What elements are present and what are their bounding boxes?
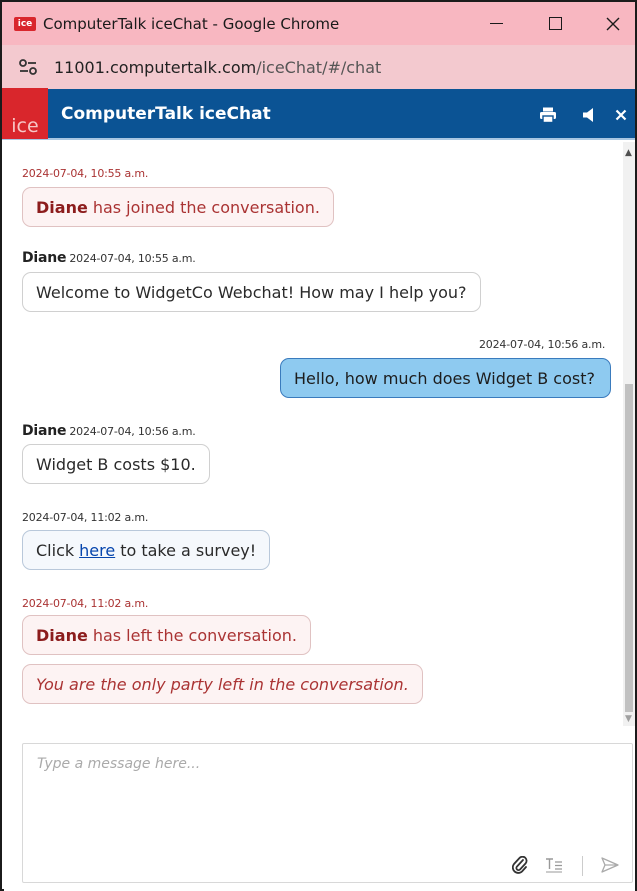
- scroll-down-arrow[interactable]: ▼: [625, 714, 632, 724]
- url-path: /iceChat/#/chat: [256, 57, 382, 77]
- system-notice: You are the only party left in the conve…: [22, 664, 423, 704]
- ice-logo: ice: [2, 88, 48, 139]
- message-timestamp: 2024-07-04, 10:56 a.m.: [479, 338, 606, 351]
- message-timestamp: 2024-07-04, 10:56 a.m.: [69, 425, 196, 438]
- scroll-up-arrow[interactable]: ▲: [625, 148, 632, 158]
- chat-title: ComputerTalk iceChat: [61, 103, 271, 124]
- survey-suffix: to take a survey!: [120, 540, 257, 560]
- maximize-icon: [548, 17, 562, 30]
- minimize-icon: [489, 23, 503, 24]
- survey-prefix: Click: [36, 540, 75, 560]
- address-bar: 11001.computertalk.com/iceChat/#/chat: [2, 45, 635, 89]
- speaker-icon: [583, 107, 593, 122]
- maximize-button[interactable]: [529, 2, 581, 45]
- window-close-button[interactable]: [587, 2, 637, 45]
- chat-transcript[interactable]: 2024-07-04, 10:55 a.m. Diane has joined …: [4, 142, 623, 726]
- window-title: ComputerTalk iceChat - Google Chrome: [43, 14, 340, 33]
- message-timestamp: 2024-07-04, 11:02 a.m.: [22, 597, 149, 610]
- minimize-button[interactable]: [470, 2, 522, 45]
- print-icon: [540, 107, 556, 123]
- send-icon: [601, 857, 619, 873]
- system-message: Diane has joined the conversation.: [22, 187, 334, 227]
- toolbar-divider: [582, 856, 583, 876]
- paperclip-icon: [512, 856, 528, 874]
- customer-message: Hello, how much does Widget B cost?: [280, 358, 611, 398]
- close-icon: [606, 17, 620, 30]
- system-message-name: Diane: [36, 625, 88, 645]
- print-button[interactable]: [533, 89, 563, 140]
- scrollbar-thumb[interactable]: [625, 384, 633, 712]
- ice-favicon-icon: ice: [14, 16, 36, 31]
- message-timestamp: 2024-07-04, 10:55 a.m.: [22, 167, 149, 180]
- message-header: Diane 2024-07-04, 10:56 a.m.: [22, 423, 196, 439]
- message-placeholder: Type a message here...: [37, 756, 201, 772]
- text-format-icon: [546, 858, 562, 873]
- end-chat-button[interactable]: [606, 89, 636, 140]
- agent-message: Welcome to WidgetCo Webchat! How may I h…: [22, 272, 481, 312]
- agent-message: Widget B costs $10.: [22, 444, 210, 484]
- format-text-button[interactable]: [543, 854, 565, 876]
- transcript-scrollbar[interactable]: ▲ ▼: [623, 142, 635, 726]
- sender-name: Diane: [22, 423, 67, 439]
- browser-window: ice ComputerTalk iceChat - Google Chrome…: [0, 0, 637, 891]
- close-icon: [615, 109, 627, 120]
- message-timestamp: 2024-07-04, 11:02 a.m.: [22, 511, 149, 524]
- composer: Type a message here...: [4, 726, 635, 891]
- message-input[interactable]: Type a message here...: [22, 743, 633, 883]
- url-field[interactable]: 11001.computertalk.com/iceChat/#/chat: [54, 58, 381, 77]
- system-message: Diane has left the conversation.: [22, 615, 312, 655]
- survey-link[interactable]: here: [79, 541, 115, 560]
- system-message-text: has left the conversation.: [92, 625, 298, 645]
- send-button[interactable]: [599, 854, 621, 876]
- system-message-text: has joined the conversation.: [92, 197, 320, 217]
- url-host: 11001.computertalk.com: [54, 57, 257, 77]
- message-timestamp: 2024-07-04, 10:55 a.m.: [69, 252, 196, 265]
- attach-button[interactable]: [509, 854, 531, 876]
- survey-message: Click here to take a survey!: [22, 530, 271, 570]
- message-header: Diane 2024-07-04, 10:55 a.m.: [22, 250, 196, 266]
- sender-name: Diane: [22, 250, 67, 266]
- system-message-name: Diane: [36, 197, 88, 217]
- site-settings-icon[interactable]: [16, 55, 40, 79]
- sound-toggle-button[interactable]: [574, 89, 604, 140]
